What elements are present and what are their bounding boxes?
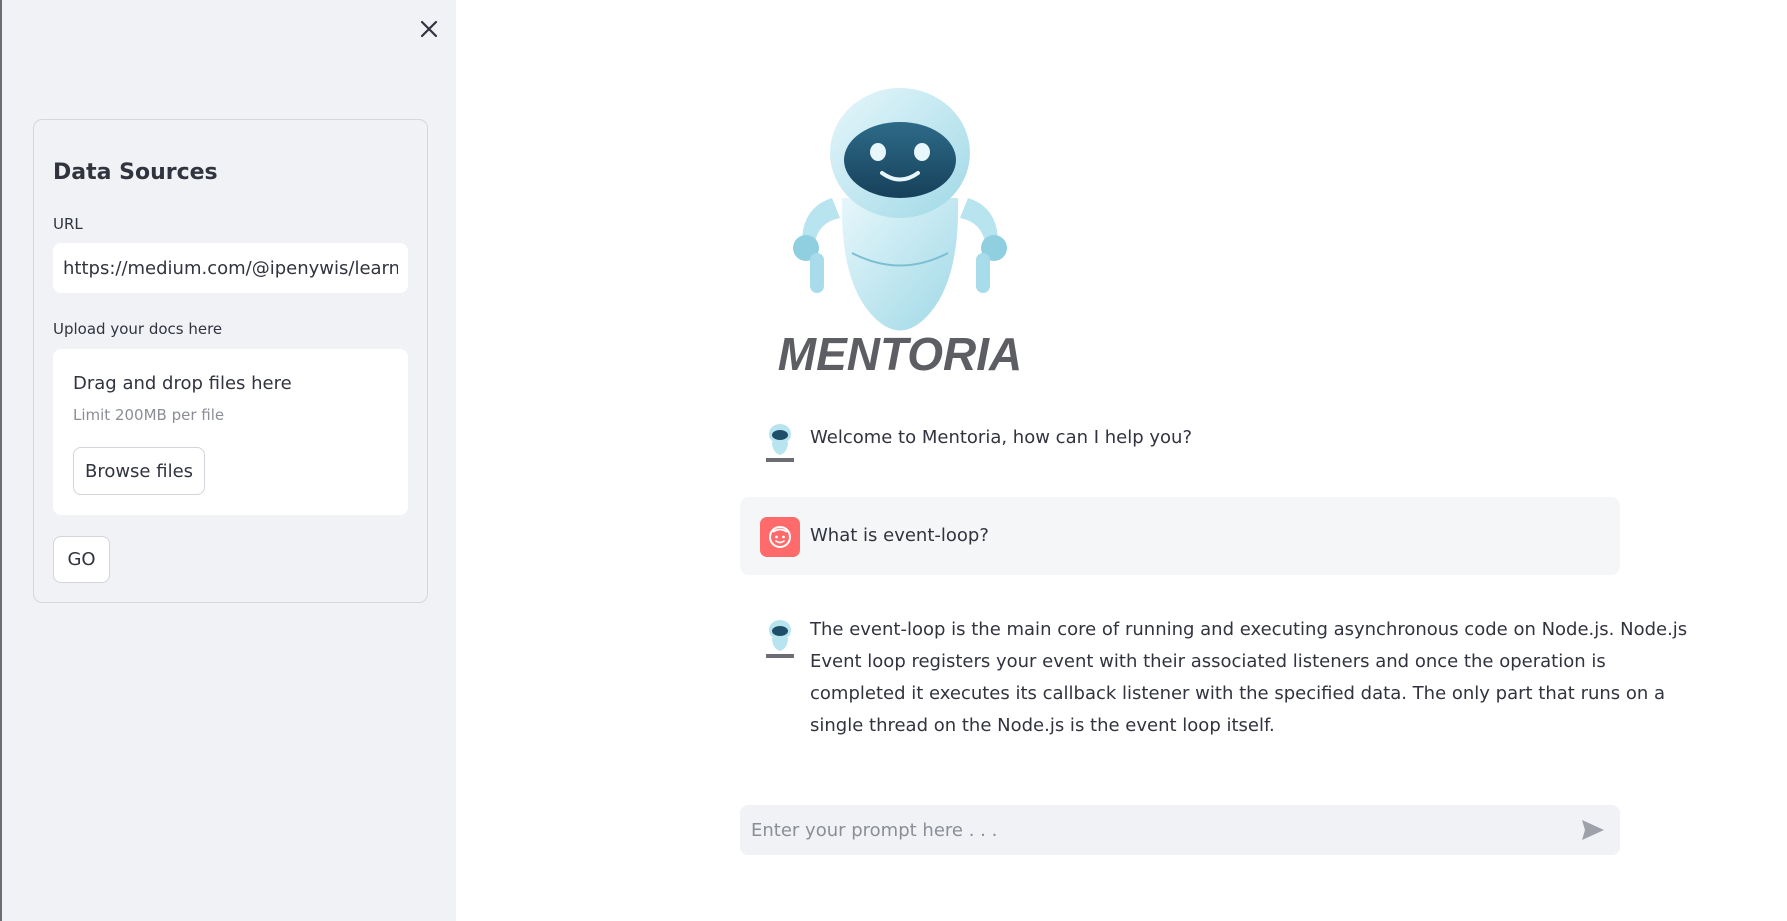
browse-files-button[interactable]: Browse files (73, 447, 205, 495)
message-line: completed it executes its callback liste… (810, 683, 1666, 704)
data-sources-panel: Data Sources URL Upload your docs here D… (33, 119, 428, 603)
sidebar: Data Sources URL Upload your docs here D… (0, 0, 456, 921)
dropzone-limit: Limit 200MB per file (73, 406, 225, 424)
send-icon (1582, 820, 1604, 840)
message-line: Event loop registers your event with the… (810, 651, 1606, 672)
file-dropzone[interactable]: Drag and drop files here Limit 200MB per… (53, 349, 408, 515)
chat-message-user: What is event-loop? (740, 497, 1620, 575)
message-text: What is event-loop? (810, 525, 989, 546)
mentoria-logo: MENTORIA (778, 88, 1023, 378)
send-button[interactable] (1578, 815, 1608, 845)
message-text: The event-loop is the main core of runni… (810, 614, 1687, 742)
user-face-icon (769, 526, 791, 548)
upload-label: Upload your docs here (53, 320, 223, 338)
logo-wordmark: MENTORIA (778, 328, 1023, 378)
user-avatar (760, 517, 800, 557)
panel-title: Data Sources (53, 160, 218, 185)
prompt-input[interactable] (740, 805, 1540, 855)
message-line: The event-loop is the main core of runni… (810, 619, 1688, 640)
message-text: Welcome to Mentoria, how can I help you? (810, 427, 1193, 448)
chat-message-assistant: The event-loop is the main core of runni… (740, 612, 1687, 752)
go-button[interactable]: GO (53, 536, 110, 583)
message-line: single thread on the Node.js is the even… (810, 715, 1275, 736)
bot-avatar-icon (766, 620, 794, 658)
prompt-box (740, 805, 1620, 855)
dropzone-title: Drag and drop files here (73, 373, 292, 394)
url-label: URL (53, 215, 83, 233)
close-sidebar-button[interactable] (414, 14, 444, 44)
url-input[interactable] (53, 243, 408, 293)
bot-avatar-icon (766, 424, 794, 462)
close-icon (420, 20, 438, 38)
chat-message-assistant: Welcome to Mentoria, how can I help you? (740, 418, 1620, 468)
